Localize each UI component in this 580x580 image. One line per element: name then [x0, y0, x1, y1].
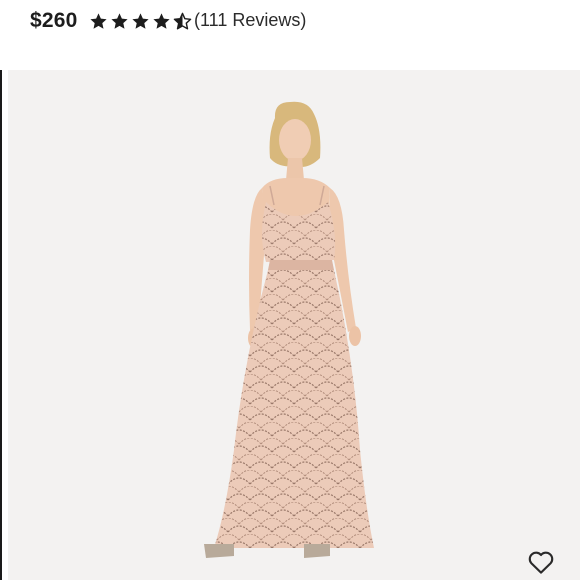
- star-icon: [111, 12, 128, 29]
- star-rating[interactable]: [89, 9, 194, 33]
- star-icon: [153, 12, 170, 29]
- product-summary-bar: $260 (111 Reviews): [0, 0, 580, 70]
- product-photo: [8, 70, 580, 580]
- reviews-count-link[interactable]: (111 Reviews): [194, 10, 306, 31]
- heart-icon[interactable]: [525, 547, 557, 577]
- half-star-icon: [173, 12, 192, 29]
- model-figure: [204, 101, 374, 558]
- star-icon: [132, 12, 149, 29]
- product-price: $260: [30, 9, 78, 32]
- left-edge-rule: [0, 0, 2, 580]
- star-icon: [90, 12, 107, 29]
